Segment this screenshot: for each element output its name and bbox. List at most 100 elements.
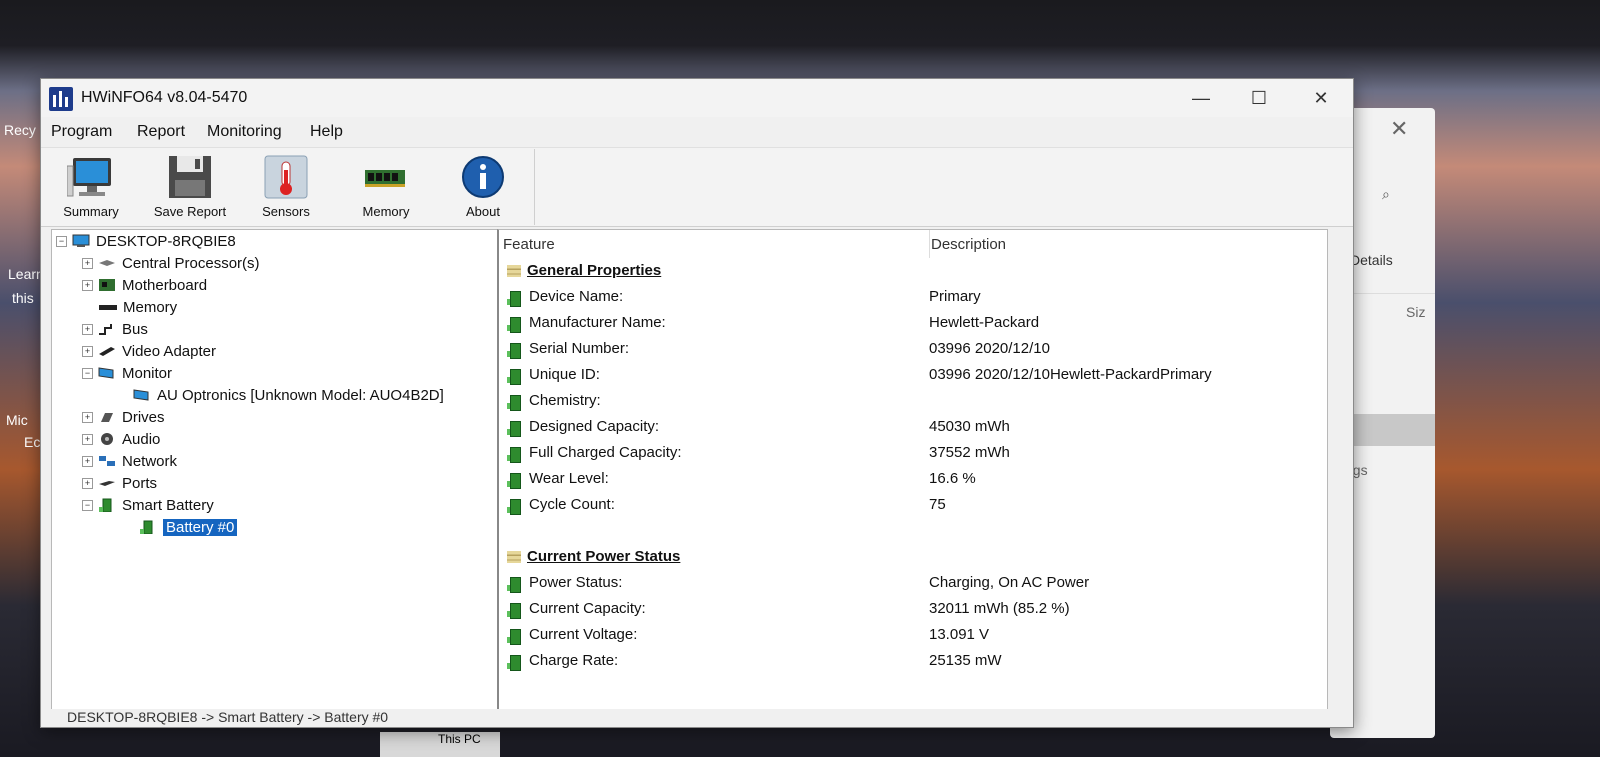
motherboard-icon <box>99 279 115 291</box>
desktop-icon-edge-label-2[interactable]: Ec <box>24 434 40 450</box>
tree-item-label-selected: Battery #0 <box>163 518 238 536</box>
floppy-disk-icon <box>169 156 211 198</box>
feature-row[interactable]: Wear Level: 16.6 % <box>507 470 976 489</box>
battery-icon <box>507 601 523 619</box>
expand-icon[interactable]: + <box>82 257 93 269</box>
tree-item-monitor-model[interactable]: AU Optronics [Unknown Model: AUO4B2D] <box>132 384 444 406</box>
tree-root[interactable]: − DESKTOP-8RQBIE8 <box>56 230 236 252</box>
feature-value: 75 <box>929 496 946 513</box>
expand-icon[interactable]: + <box>82 433 93 445</box>
save-report-button[interactable]: Save Report <box>147 152 233 222</box>
feature-value: 03996 2020/12/10Hewlett-PackardPrimary <box>929 366 1212 383</box>
tree-item-label: Video Adapter <box>122 342 216 360</box>
close-icon[interactable]: ✕ <box>1390 116 1408 142</box>
section-header-general[interactable]: General Properties <box>507 262 661 279</box>
tree-item-label: Audio <box>122 430 161 448</box>
port-icon <box>99 481 115 486</box>
desktop-icon-this-label[interactable]: this <box>12 290 34 306</box>
tree-item-audio[interactable]: + Audio <box>82 428 160 450</box>
tree-item-monitor[interactable]: − Monitor <box>82 362 172 384</box>
battery-icon <box>507 445 523 463</box>
expand-icon[interactable]: + <box>82 477 93 489</box>
feature-row[interactable]: Power Status: Charging, On AC Power <box>507 574 1089 593</box>
expand-icon[interactable]: + <box>82 411 93 423</box>
expand-icon[interactable]: + <box>82 279 93 291</box>
tree-item-network[interactable]: + Network <box>82 450 177 472</box>
feature-row[interactable]: Designed Capacity: 45030 mWh <box>507 418 1010 437</box>
menu-report[interactable]: Report <box>137 123 185 141</box>
feature-row[interactable]: Device Name: Primary <box>507 288 981 307</box>
feature-list[interactable]: Feature Description General Properties D… <box>497 229 1328 711</box>
battery-icon <box>507 419 523 437</box>
memory-button[interactable]: Memory <box>351 152 421 222</box>
feature-row[interactable]: Current Capacity: 32011 mWh (85.2 %) <box>507 600 1070 619</box>
tree-item-memory[interactable]: Memory <box>98 296 177 318</box>
feature-name: Wear Level: <box>529 470 609 487</box>
expand-icon[interactable]: + <box>82 345 93 357</box>
desktop-icon-edge-label[interactable]: Mic <box>6 412 28 428</box>
column-divider[interactable] <box>929 230 930 258</box>
feature-row[interactable]: Full Charged Capacity: 37552 mWh <box>507 444 1010 463</box>
feature-row[interactable]: Serial Number: 03996 2020/12/10 <box>507 340 1050 359</box>
feature-row[interactable]: Unique ID: 03996 2020/12/10Hewlett-Packar… <box>507 366 1212 385</box>
summary-button[interactable]: Summary <box>55 152 127 222</box>
tree-item-ports[interactable]: + Ports <box>82 472 157 494</box>
battery-icon <box>140 520 153 534</box>
battery-icon <box>507 575 523 593</box>
maximize-button[interactable]: ☐ <box>1239 83 1279 113</box>
expand-icon[interactable]: + <box>82 323 93 335</box>
tree-item-cpu[interactable]: + Central Processor(s) <box>82 252 260 274</box>
this-pc-label: This PC <box>438 732 481 746</box>
device-tree[interactable]: − DESKTOP-8RQBIE8 + Central Processor(s)… <box>51 229 499 711</box>
collapse-icon[interactable]: − <box>82 499 93 511</box>
battery-icon <box>507 471 523 489</box>
sensors-button[interactable]: Sensors <box>253 152 319 222</box>
feature-value: Primary <box>929 288 981 305</box>
about-button[interactable]: About <box>453 152 513 222</box>
feature-row[interactable]: Manufacturer Name: Hewlett-Packard <box>507 314 1039 333</box>
section-header-power[interactable]: Current Power Status <box>507 548 680 565</box>
collapse-icon[interactable]: − <box>56 235 67 247</box>
tree-item-battery-0[interactable]: Battery #0 <box>138 516 238 538</box>
this-pc-item[interactable]: This PC <box>380 732 500 757</box>
feature-row[interactable]: Cycle Count: 75 <box>507 496 946 515</box>
thermometer-icon <box>264 155 308 199</box>
feature-name: Power Status: <box>529 574 623 591</box>
tree-item-smart-battery[interactable]: − Smart Battery <box>82 494 214 516</box>
battery-icon <box>507 627 523 645</box>
feature-value: Hewlett-Packard <box>929 314 1040 331</box>
monitor-icon <box>67 158 111 197</box>
battery-icon <box>507 393 523 411</box>
tree-item-motherboard[interactable]: + Motherboard <box>82 274 207 296</box>
feature-value: 13.091 V <box>929 626 990 643</box>
menu-monitoring[interactable]: Monitoring <box>207 123 282 141</box>
collapse-icon[interactable]: − <box>82 367 93 379</box>
desktop-icon-recycle-bin-label[interactable]: Recy <box>4 122 36 138</box>
details-label[interactable]: Details <box>1350 252 1393 268</box>
close-button[interactable]: ✕ <box>1301 83 1341 113</box>
feature-name: Full Charged Capacity: <box>529 444 682 461</box>
feature-row[interactable]: Chemistry: <box>507 392 601 411</box>
desktop-icon-learn-label[interactable]: Learn <box>8 266 44 282</box>
tree-item-video-adapter[interactable]: + Video Adapter <box>82 340 216 362</box>
battery-icon <box>507 341 523 359</box>
minimize-button[interactable]: — <box>1181 83 1221 113</box>
memory-module-icon <box>365 170 405 187</box>
expand-icon[interactable]: + <box>82 455 93 467</box>
feature-value: 37552 mWh <box>929 444 1010 461</box>
tree-item-drives[interactable]: + Drives <box>82 406 165 428</box>
search-icon[interactable]: ⌕ <box>1382 186 1390 203</box>
feature-row[interactable]: Charge Rate: 25135 mW <box>507 652 1002 671</box>
column-header-description[interactable]: Description <box>931 236 1006 253</box>
section-icon <box>507 550 521 563</box>
about-label: About <box>466 204 500 219</box>
drive-icon <box>101 413 113 422</box>
feature-row[interactable]: Current Voltage: 13.091 V <box>507 626 989 645</box>
menu-program[interactable]: Program <box>51 123 112 141</box>
menu-help[interactable]: Help <box>310 123 343 141</box>
column-header-feature[interactable]: Feature <box>503 236 555 253</box>
tree-item-bus[interactable]: + Bus <box>82 318 148 340</box>
size-column-header[interactable]: Siz <box>1406 304 1425 320</box>
title-bar[interactable]: HWiNFO64 v8.04-5470 — ☐ ✕ <box>41 79 1353 117</box>
feature-value: 16.6 % <box>929 470 976 487</box>
